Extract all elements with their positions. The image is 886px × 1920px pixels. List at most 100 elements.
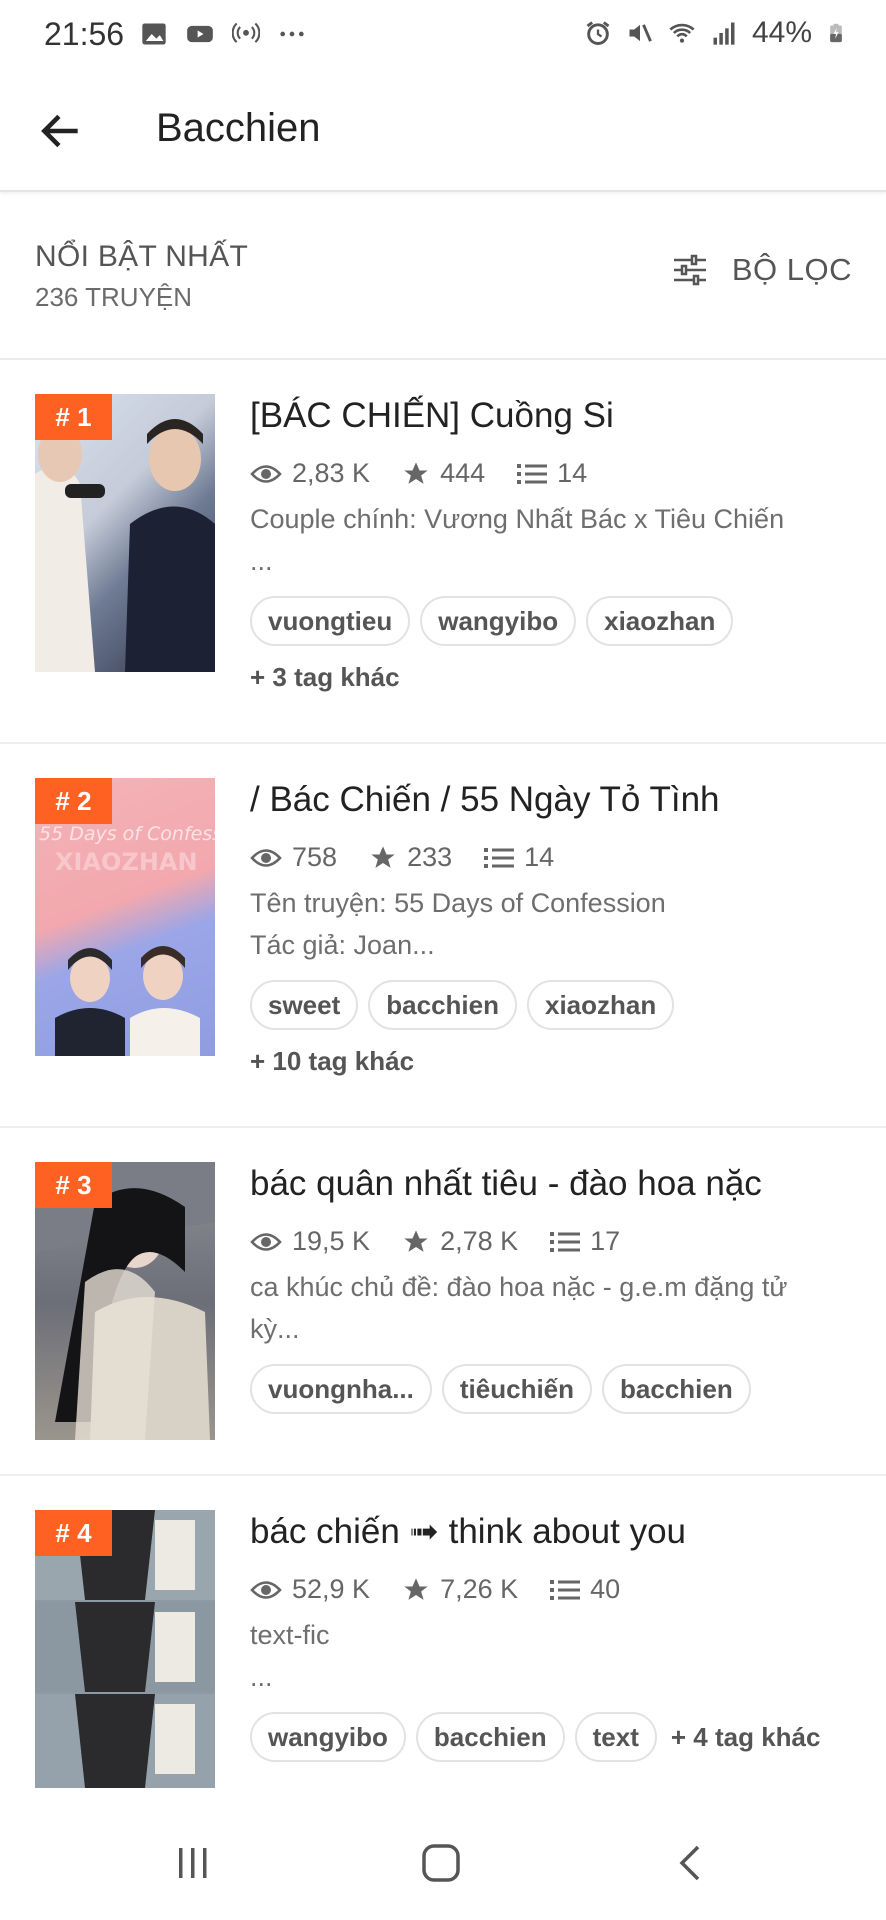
story-stats: 2,83 K 444 14 — [250, 458, 619, 489]
more-tags-link[interactable]: + 4 tag khác — [671, 1722, 821, 1753]
more-tags-link[interactable]: + 3 tag khác — [250, 662, 400, 693]
filter-button[interactable]: BỘ LỌC — [672, 252, 852, 288]
home-icon — [422, 1844, 460, 1882]
part-count: 14 — [524, 842, 555, 872]
story-stats: 758 233 14 — [250, 842, 586, 873]
status-bar: 21:56 44% — [0, 0, 886, 70]
vote-count: 7,26 K — [440, 1574, 519, 1604]
story-cover[interactable]: # 4 — [35, 1510, 215, 1788]
star-icon — [404, 461, 428, 484]
tag-chip[interactable]: bacchien — [368, 980, 517, 1030]
tag-chip[interactable]: wangyibo — [420, 596, 577, 646]
tag-list: sweet bacchien xiaozhan — [250, 980, 675, 1030]
tag-chip[interactable]: text — [574, 1712, 657, 1762]
system-navigation-bar — [0, 1808, 886, 1920]
story-cover[interactable]: 55 Days of Confession XIAOZHAN # 2 — [35, 778, 215, 1056]
tag-chip[interactable]: sweet — [250, 980, 359, 1030]
story-title[interactable]: [BÁC CHIẾN] Cuồng Si — [250, 396, 614, 436]
view-count: 2,83 K — [292, 458, 371, 488]
status-time: 21:56 — [44, 16, 125, 52]
story-stats: 52,9 K 7,26 K 40 — [250, 1574, 652, 1605]
story-description: text-fic ... — [250, 1614, 840, 1698]
vote-count: 2,78 K — [440, 1226, 519, 1256]
story-item[interactable]: 55 Days of Confession XIAOZHAN # 2 / Bác… — [0, 744, 886, 1128]
story-title[interactable]: bác quân nhất tiêu - đào hoa nặc — [250, 1164, 762, 1204]
wifi-icon — [669, 23, 695, 43]
filter-sliders-icon — [673, 254, 706, 286]
story-description: Couple chính: Vương Nhất Bác x Tiêu Chiế… — [250, 498, 840, 582]
view-count: 52,9 K — [292, 1574, 371, 1604]
tag-chip[interactable]: bacchien — [602, 1364, 751, 1414]
list-icon — [550, 1579, 581, 1600]
tag-list: vuongtieu wangyibo xiaozhan — [250, 596, 734, 646]
description-line: ... — [250, 546, 273, 576]
rank-badge: # 1 — [35, 394, 112, 440]
story-cover[interactable]: # 1 — [35, 394, 215, 672]
description-line: ... — [250, 1662, 273, 1692]
back-arrow-icon[interactable] — [36, 106, 86, 156]
eye-icon — [250, 464, 282, 483]
gallery-icon — [142, 23, 166, 45]
tag-chip[interactable]: vuongnha... — [250, 1364, 432, 1414]
rank-badge: # 2 — [35, 778, 112, 824]
story-count: 236 TRUYỆN — [35, 282, 193, 312]
view-count: 758 — [292, 842, 338, 872]
recent-apps-button[interactable] — [163, 1838, 223, 1888]
tag-chip[interactable]: xiaozhan — [526, 980, 675, 1030]
app-bar: Bacchien — [0, 70, 886, 192]
list-icon — [550, 1231, 581, 1252]
view-count: 19,5 K — [292, 1226, 371, 1256]
recent-apps-icon — [179, 1848, 207, 1878]
cover-text: XIAOZHAN — [55, 848, 198, 876]
tag-chip[interactable]: tiêuchiến — [441, 1364, 593, 1414]
tag-chip[interactable]: wangyibo — [250, 1712, 406, 1762]
part-count: 40 — [590, 1574, 621, 1604]
rank-badge: # 4 — [35, 1510, 112, 1556]
sort-label[interactable]: NỔI BẬT NHẤT — [35, 240, 248, 274]
tag-chip[interactable]: xiaozhan — [586, 596, 734, 646]
youtube-icon — [187, 25, 213, 43]
description-line: kỳ... — [250, 1314, 300, 1344]
description-line: text-fic — [250, 1620, 330, 1650]
story-cover[interactable]: # 3 — [35, 1162, 215, 1440]
story-title[interactable]: bác chiến ➟ think about you — [250, 1512, 686, 1552]
story-description: ca khúc chủ đề: đào hoa nặc - g.e.m đặng… — [250, 1266, 840, 1350]
vote-count: 233 — [407, 842, 453, 872]
mute-icon — [629, 24, 652, 42]
vote-count: 444 — [440, 458, 486, 488]
story-stats: 19,5 K 2,78 K 17 — [250, 1226, 652, 1257]
tag-list: wangyibo bacchien text + 4 tag khác — [250, 1712, 820, 1762]
filter-label: BỘ LỌC — [731, 252, 852, 287]
hotspot-icon — [232, 22, 260, 43]
page-title: Bacchien — [156, 106, 321, 150]
alarm-icon — [586, 21, 610, 45]
part-count: 17 — [590, 1226, 621, 1256]
eye-icon — [250, 1580, 282, 1599]
star-icon — [371, 845, 395, 868]
home-button[interactable] — [411, 1838, 471, 1888]
tag-list: vuongnha... tiêuchiến bacchien — [250, 1364, 751, 1414]
more-tags-link[interactable]: + 10 tag khác — [250, 1046, 414, 1077]
rank-badge: # 3 — [35, 1162, 112, 1208]
back-chevron-icon — [679, 1845, 700, 1881]
tag-chip[interactable]: bacchien — [415, 1712, 565, 1762]
description-line: Tác giả: Joan... — [250, 930, 435, 960]
battery-percent: 44% — [751, 16, 812, 49]
story-item[interactable]: # 4 bác chiến ➟ think about you 52,9 K 7… — [0, 1476, 886, 1806]
star-icon — [404, 1577, 428, 1600]
list-icon — [484, 847, 515, 868]
eye-icon — [250, 1232, 282, 1251]
battery-charging-icon — [830, 23, 842, 43]
sort-filter-bar: NỔI BẬT NHẤT 236 TRUYỆN BỘ LỌC — [0, 192, 886, 360]
part-count: 14 — [557, 458, 588, 488]
story-title[interactable]: / Bác Chiến / 55 Ngày Tỏ Tình — [250, 780, 720, 820]
cover-text: 55 Days of Confession — [39, 823, 215, 845]
back-button[interactable] — [660, 1838, 720, 1888]
tag-chip[interactable]: vuongtieu — [250, 596, 411, 646]
more-notifications-icon — [280, 31, 304, 37]
description-line: Tên truyện: 55 Days of Confession — [250, 888, 666, 918]
description-line: ca khúc chủ đề: đào hoa nặc - g.e.m đặng… — [250, 1272, 788, 1302]
story-description: Tên truyện: 55 Days of Confession Tác gi… — [250, 882, 840, 966]
story-item[interactable]: # 3 bác quân nhất tiêu - đào hoa nặc 19,… — [0, 1128, 886, 1476]
story-item[interactable]: # 1 [BÁC CHIẾN] Cuồng Si 2,83 K 444 14 C… — [0, 360, 886, 744]
